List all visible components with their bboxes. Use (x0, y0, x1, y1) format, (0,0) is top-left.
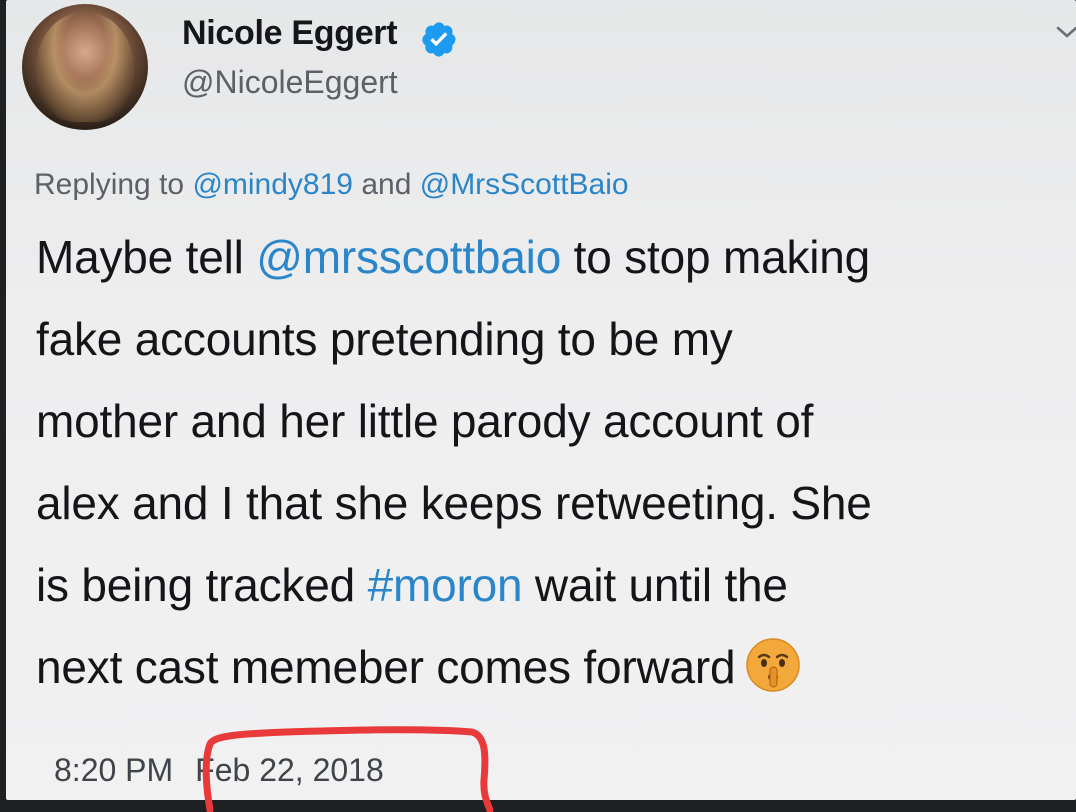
chevron-down-icon[interactable] (1054, 22, 1076, 42)
tweet-line: is being tracked #moron wait until the (36, 544, 1076, 626)
text-segment: wait until the (522, 559, 788, 611)
reply-mention-mindy819[interactable]: @mindy819 (192, 168, 353, 201)
verified-badge-icon (422, 22, 456, 57)
reply-mention-mrsscottbaio[interactable]: @MrsScottBaio (420, 168, 629, 201)
hashtag-link[interactable]: #moron (368, 559, 523, 611)
tweet-line: alex and I that she keeps retweeting. Sh… (36, 477, 872, 529)
tweet-line: next cast memeber comes forward (36, 626, 1076, 708)
text-segment: to stop making (561, 231, 871, 283)
shushing-face-icon (746, 638, 801, 692)
tweet-text: Maybe tell @mrsscottbaio to stop making … (36, 216, 1076, 708)
tweet-date: Feb 22, 2018 (195, 752, 384, 788)
author-handle[interactable]: @NicoleEggert (182, 64, 398, 101)
tweet-time: 8:20 PM (54, 752, 174, 788)
avatar[interactable] (22, 4, 148, 130)
text-segment: next cast memeber comes forward (36, 641, 736, 693)
reply-context: Replying to @mindy819 and @MrsScottBaio (34, 168, 629, 202)
tweet-card: Nicole Eggert @NicoleEggert Replying to … (6, 0, 1076, 800)
reply-joiner: and (361, 168, 412, 201)
tweet-line: fake accounts pretending to be my (36, 313, 733, 365)
reply-prefix: Replying to (34, 168, 185, 201)
tweet-line: mother and her little parody account of (36, 395, 814, 447)
text-segment: is being tracked (36, 559, 368, 611)
text-segment: Maybe tell (36, 231, 257, 283)
tweet-timestamp[interactable]: 8:20 PM Feb 22, 2018 (54, 752, 384, 789)
author-name[interactable]: Nicole Eggert (182, 14, 398, 53)
screen-photo: Nicole Eggert @NicoleEggert Replying to … (0, 0, 1076, 812)
avatar-photo (36, 12, 134, 122)
tweet-line: Maybe tell @mrsscottbaio to stop making (36, 216, 1076, 298)
mention-link[interactable]: @mrsscottbaio (256, 231, 561, 283)
